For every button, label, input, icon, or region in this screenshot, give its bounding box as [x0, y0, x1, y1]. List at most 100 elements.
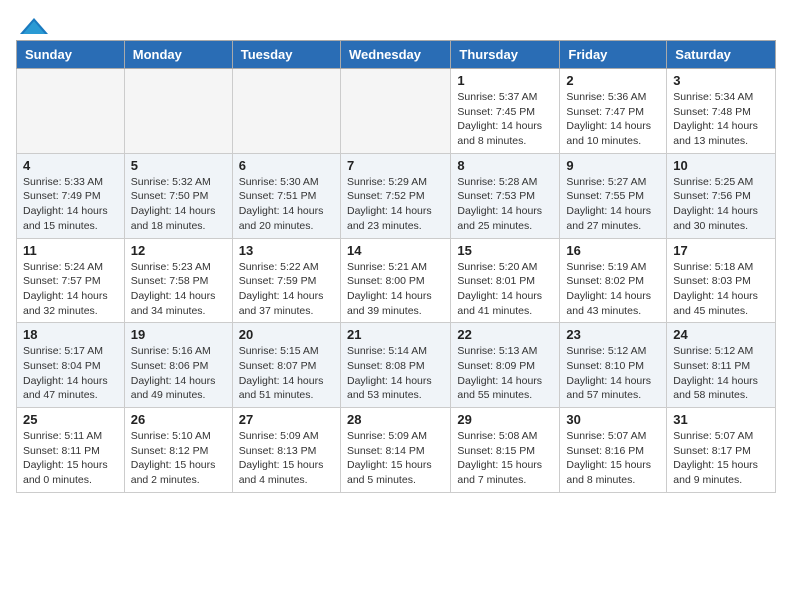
day-number: 30	[566, 412, 660, 427]
calendar-cell: 19 Sunrise: 5:16 AMSunset: 8:06 PMDayligh…	[124, 323, 232, 408]
calendar-cell: 22Sunrise: 5:13 AMSunset: 8:09 PMDayligh…	[451, 323, 560, 408]
day-number: 23	[566, 327, 660, 342]
day-info: Sunrise: 5:29 AMSunset: 7:52 PMDaylight:…	[347, 175, 444, 234]
day-info: Sunrise: 5:24 AMSunset: 7:57 PMDaylight:…	[23, 260, 118, 319]
day-info: Sunrise: 5:32 AMSunset: 7:50 PMDaylight:…	[131, 175, 226, 234]
calendar-cell	[124, 69, 232, 154]
logo	[20, 16, 48, 32]
day-info: Sunrise: 5:12 AMSunset: 8:10 PMDaylight:…	[566, 344, 660, 403]
day-number: 21	[347, 327, 444, 342]
col-header-saturday: Saturday	[667, 41, 776, 69]
logo-icon	[20, 16, 48, 36]
day-number: 11	[23, 243, 118, 258]
day-number: 6	[239, 158, 334, 173]
calendar-cell	[232, 69, 340, 154]
day-number: 14	[347, 243, 444, 258]
calendar-cell: 27 Sunrise: 5:09 AMSunset: 8:13 PMDayligh…	[232, 408, 340, 493]
day-number: 31	[673, 412, 769, 427]
calendar-cell: 25 Sunrise: 5:11 AMSunset: 8:11 PMDayligh…	[17, 408, 125, 493]
day-info: Sunrise: 5:37 AMSunset: 7:45 PMDaylight:…	[457, 90, 553, 149]
day-info: Sunrise: 5:36 AMSunset: 7:47 PMDaylight:…	[566, 90, 660, 149]
calendar-cell: 1 Sunrise: 5:37 AMSunset: 7:45 PMDaylight…	[451, 69, 560, 154]
calendar-cell: 4Sunrise: 5:33 AMSunset: 7:49 PMDaylight…	[17, 153, 125, 238]
calendar-cell	[17, 69, 125, 154]
day-number: 7	[347, 158, 444, 173]
day-number: 20	[239, 327, 334, 342]
day-info: Sunrise: 5:33 AMSunset: 7:49 PMDaylight:…	[23, 175, 118, 234]
calendar-cell: 8 Sunrise: 5:28 AMSunset: 7:53 PMDaylight…	[451, 153, 560, 238]
calendar-cell: 28Sunrise: 5:09 AMSunset: 8:14 PMDayligh…	[340, 408, 450, 493]
calendar-wrap: SundayMondayTuesdayWednesdayThursdayFrid…	[0, 40, 792, 501]
calendar-cell: 26 Sunrise: 5:10 AMSunset: 8:12 PMDayligh…	[124, 408, 232, 493]
day-info: Sunrise: 5:21 AMSunset: 8:00 PMDaylight:…	[347, 260, 444, 319]
day-info: Sunrise: 5:11 AMSunset: 8:11 PMDaylight:…	[23, 429, 118, 488]
calendar-cell: 9 Sunrise: 5:27 AMSunset: 7:55 PMDaylight…	[560, 153, 667, 238]
day-info: Sunrise: 5:08 AMSunset: 8:15 PMDaylight:…	[457, 429, 553, 488]
calendar-week-row: 25 Sunrise: 5:11 AMSunset: 8:11 PMDayligh…	[17, 408, 776, 493]
calendar-week-row: 1 Sunrise: 5:37 AMSunset: 7:45 PMDaylight…	[17, 69, 776, 154]
day-info: Sunrise: 5:18 AMSunset: 8:03 PMDaylight:…	[673, 260, 769, 319]
day-info: Sunrise: 5:30 AMSunset: 7:51 PMDaylight:…	[239, 175, 334, 234]
col-header-tuesday: Tuesday	[232, 41, 340, 69]
calendar-table: SundayMondayTuesdayWednesdayThursdayFrid…	[16, 40, 776, 493]
day-info: Sunrise: 5:19 AMSunset: 8:02 PMDaylight:…	[566, 260, 660, 319]
day-number: 5	[131, 158, 226, 173]
col-header-sunday: Sunday	[17, 41, 125, 69]
day-number: 10	[673, 158, 769, 173]
day-info: Sunrise: 5:12 AMSunset: 8:11 PMDaylight:…	[673, 344, 769, 403]
calendar-cell: 2 Sunrise: 5:36 AMSunset: 7:47 PMDaylight…	[560, 69, 667, 154]
calendar-cell: 11 Sunrise: 5:24 AMSunset: 7:57 PMDayligh…	[17, 238, 125, 323]
day-number: 9	[566, 158, 660, 173]
calendar-cell: 24 Sunrise: 5:12 AMSunset: 8:11 PMDayligh…	[667, 323, 776, 408]
day-info: Sunrise: 5:23 AMSunset: 7:58 PMDaylight:…	[131, 260, 226, 319]
day-info: Sunrise: 5:09 AMSunset: 8:13 PMDaylight:…	[239, 429, 334, 488]
col-header-monday: Monday	[124, 41, 232, 69]
day-number: 22	[457, 327, 553, 342]
day-info: Sunrise: 5:17 AMSunset: 8:04 PMDaylight:…	[23, 344, 118, 403]
day-number: 27	[239, 412, 334, 427]
day-info: Sunrise: 5:15 AMSunset: 8:07 PMDaylight:…	[239, 344, 334, 403]
calendar-cell: 6 Sunrise: 5:30 AMSunset: 7:51 PMDaylight…	[232, 153, 340, 238]
calendar-cell: 23 Sunrise: 5:12 AMSunset: 8:10 PMDayligh…	[560, 323, 667, 408]
calendar-cell: 15Sunrise: 5:20 AMSunset: 8:01 PMDayligh…	[451, 238, 560, 323]
calendar-cell: 10 Sunrise: 5:25 AMSunset: 7:56 PMDayligh…	[667, 153, 776, 238]
day-number: 12	[131, 243, 226, 258]
calendar-cell: 31 Sunrise: 5:07 AMSunset: 8:17 PMDayligh…	[667, 408, 776, 493]
calendar-cell: 7 Sunrise: 5:29 AMSunset: 7:52 PMDaylight…	[340, 153, 450, 238]
day-info: Sunrise: 5:16 AMSunset: 8:06 PMDaylight:…	[131, 344, 226, 403]
calendar-cell: 16 Sunrise: 5:19 AMSunset: 8:02 PMDayligh…	[560, 238, 667, 323]
calendar-cell: 30Sunrise: 5:07 AMSunset: 8:16 PMDayligh…	[560, 408, 667, 493]
calendar-week-row: 18 Sunrise: 5:17 AMSunset: 8:04 PMDayligh…	[17, 323, 776, 408]
day-number: 18	[23, 327, 118, 342]
calendar-cell: 21Sunrise: 5:14 AMSunset: 8:08 PMDayligh…	[340, 323, 450, 408]
calendar-cell: 29Sunrise: 5:08 AMSunset: 8:15 PMDayligh…	[451, 408, 560, 493]
calendar-cell: 17 Sunrise: 5:18 AMSunset: 8:03 PMDayligh…	[667, 238, 776, 323]
day-info: Sunrise: 5:22 AMSunset: 7:59 PMDaylight:…	[239, 260, 334, 319]
page-header	[0, 0, 792, 40]
day-number: 17	[673, 243, 769, 258]
day-info: Sunrise: 5:25 AMSunset: 7:56 PMDaylight:…	[673, 175, 769, 234]
col-header-thursday: Thursday	[451, 41, 560, 69]
day-number: 1	[457, 73, 553, 88]
day-number: 3	[673, 73, 769, 88]
day-number: 24	[673, 327, 769, 342]
day-number: 15	[457, 243, 553, 258]
calendar-cell: 18 Sunrise: 5:17 AMSunset: 8:04 PMDayligh…	[17, 323, 125, 408]
calendar-cell: 14 Sunrise: 5:21 AMSunset: 8:00 PMDayligh…	[340, 238, 450, 323]
day-number: 28	[347, 412, 444, 427]
calendar-cell: 12 Sunrise: 5:23 AMSunset: 7:58 PMDayligh…	[124, 238, 232, 323]
calendar-week-row: 11 Sunrise: 5:24 AMSunset: 7:57 PMDayligh…	[17, 238, 776, 323]
calendar-cell: 20 Sunrise: 5:15 AMSunset: 8:07 PMDayligh…	[232, 323, 340, 408]
day-info: Sunrise: 5:07 AMSunset: 8:17 PMDaylight:…	[673, 429, 769, 488]
day-number: 2	[566, 73, 660, 88]
day-info: Sunrise: 5:28 AMSunset: 7:53 PMDaylight:…	[457, 175, 553, 234]
day-number: 8	[457, 158, 553, 173]
calendar-cell	[340, 69, 450, 154]
day-number: 25	[23, 412, 118, 427]
day-info: Sunrise: 5:27 AMSunset: 7:55 PMDaylight:…	[566, 175, 660, 234]
day-info: Sunrise: 5:10 AMSunset: 8:12 PMDaylight:…	[131, 429, 226, 488]
day-info: Sunrise: 5:34 AMSunset: 7:48 PMDaylight:…	[673, 90, 769, 149]
day-number: 19	[131, 327, 226, 342]
day-number: 26	[131, 412, 226, 427]
day-number: 16	[566, 243, 660, 258]
